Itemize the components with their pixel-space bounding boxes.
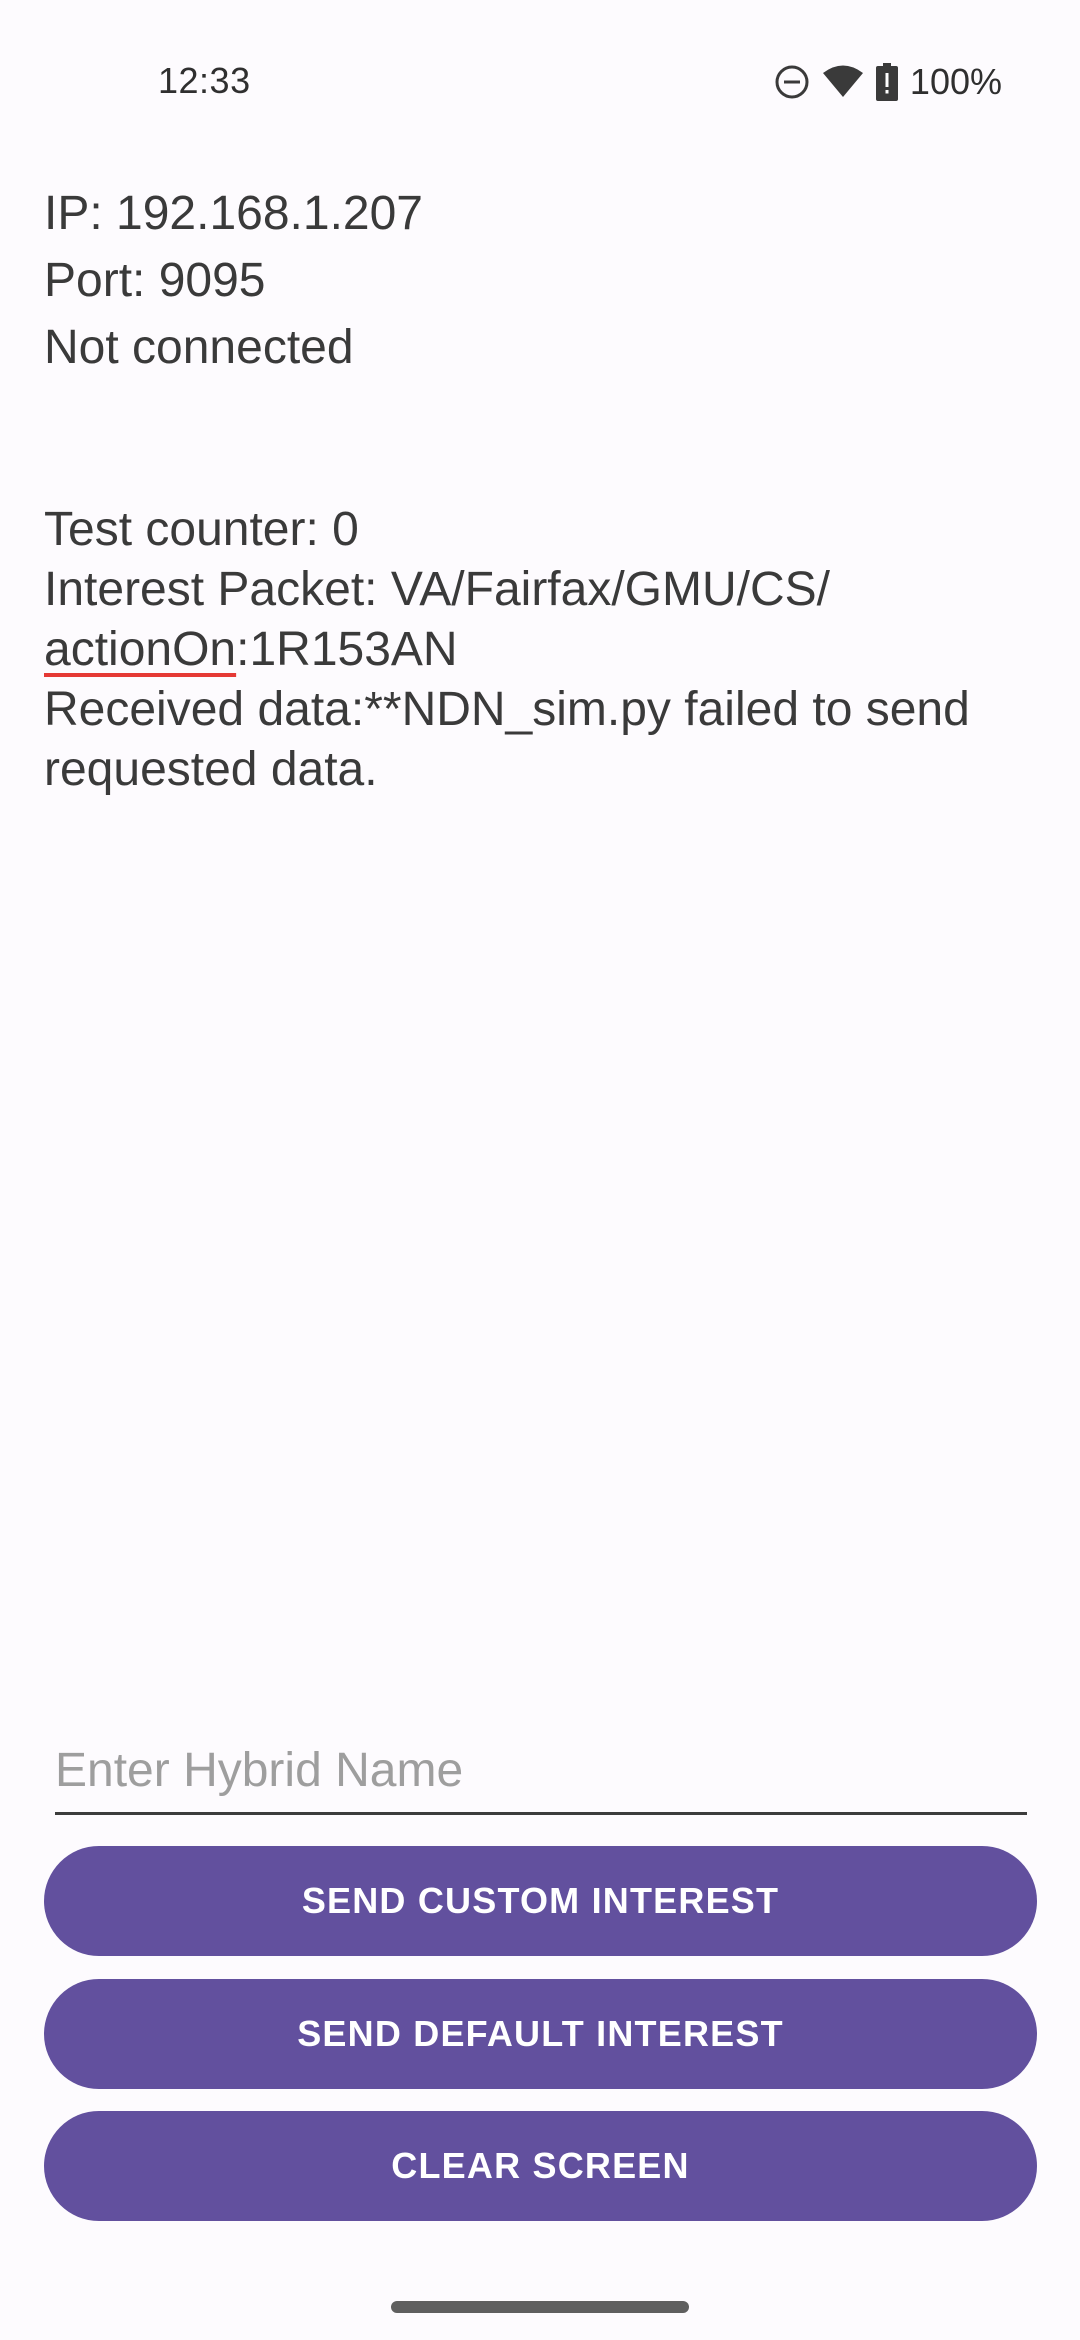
home-indicator[interactable]	[391, 2301, 689, 2313]
do-not-disturb-icon	[774, 64, 810, 100]
send-custom-interest-button[interactable]: SEND CUSTOM INTEREST	[44, 1846, 1037, 1956]
status-bar: 12:33 100%	[0, 0, 1080, 160]
test-counter: Test counter: 0	[44, 503, 359, 556]
ip-address: IP: 192.168.1.207	[44, 187, 423, 240]
status-icons: 100%	[774, 58, 1002, 106]
wifi-icon	[822, 64, 864, 100]
send-default-interest-button[interactable]: SEND DEFAULT INTEREST	[44, 1979, 1037, 2089]
port-number: Port: 9095	[44, 254, 266, 307]
hybrid-name-input[interactable]	[55, 1740, 1027, 1800]
battery-alert-icon	[875, 63, 898, 101]
connection-info: IP: 192.168.1.207 Port: 9095 Not connect…	[44, 180, 1044, 381]
interest-packet-suffix: :1R153AN	[236, 623, 458, 676]
clear-screen-button[interactable]: CLEAR SCREEN	[44, 2111, 1037, 2221]
battery-percentage: 100%	[909, 61, 1002, 102]
interest-packet-prefix: Interest Packet: VA/Fairfax/GMU/CS/	[44, 563, 830, 616]
hybrid-name-field[interactable]	[55, 1740, 1027, 1815]
status-time: 12:33	[158, 60, 251, 101]
connection-status: Not connected	[44, 321, 354, 374]
interest-packet-word: actionOn	[44, 623, 237, 676]
log-output: Test counter: 0 Interest Packet: VA/Fair…	[44, 500, 1044, 800]
received-data: Received data:**NDN_sim.py failed to sen…	[44, 683, 970, 796]
interest-packet: Interest Packet: VA/Fairfax/GMU/CS/ acti…	[44, 560, 1044, 680]
